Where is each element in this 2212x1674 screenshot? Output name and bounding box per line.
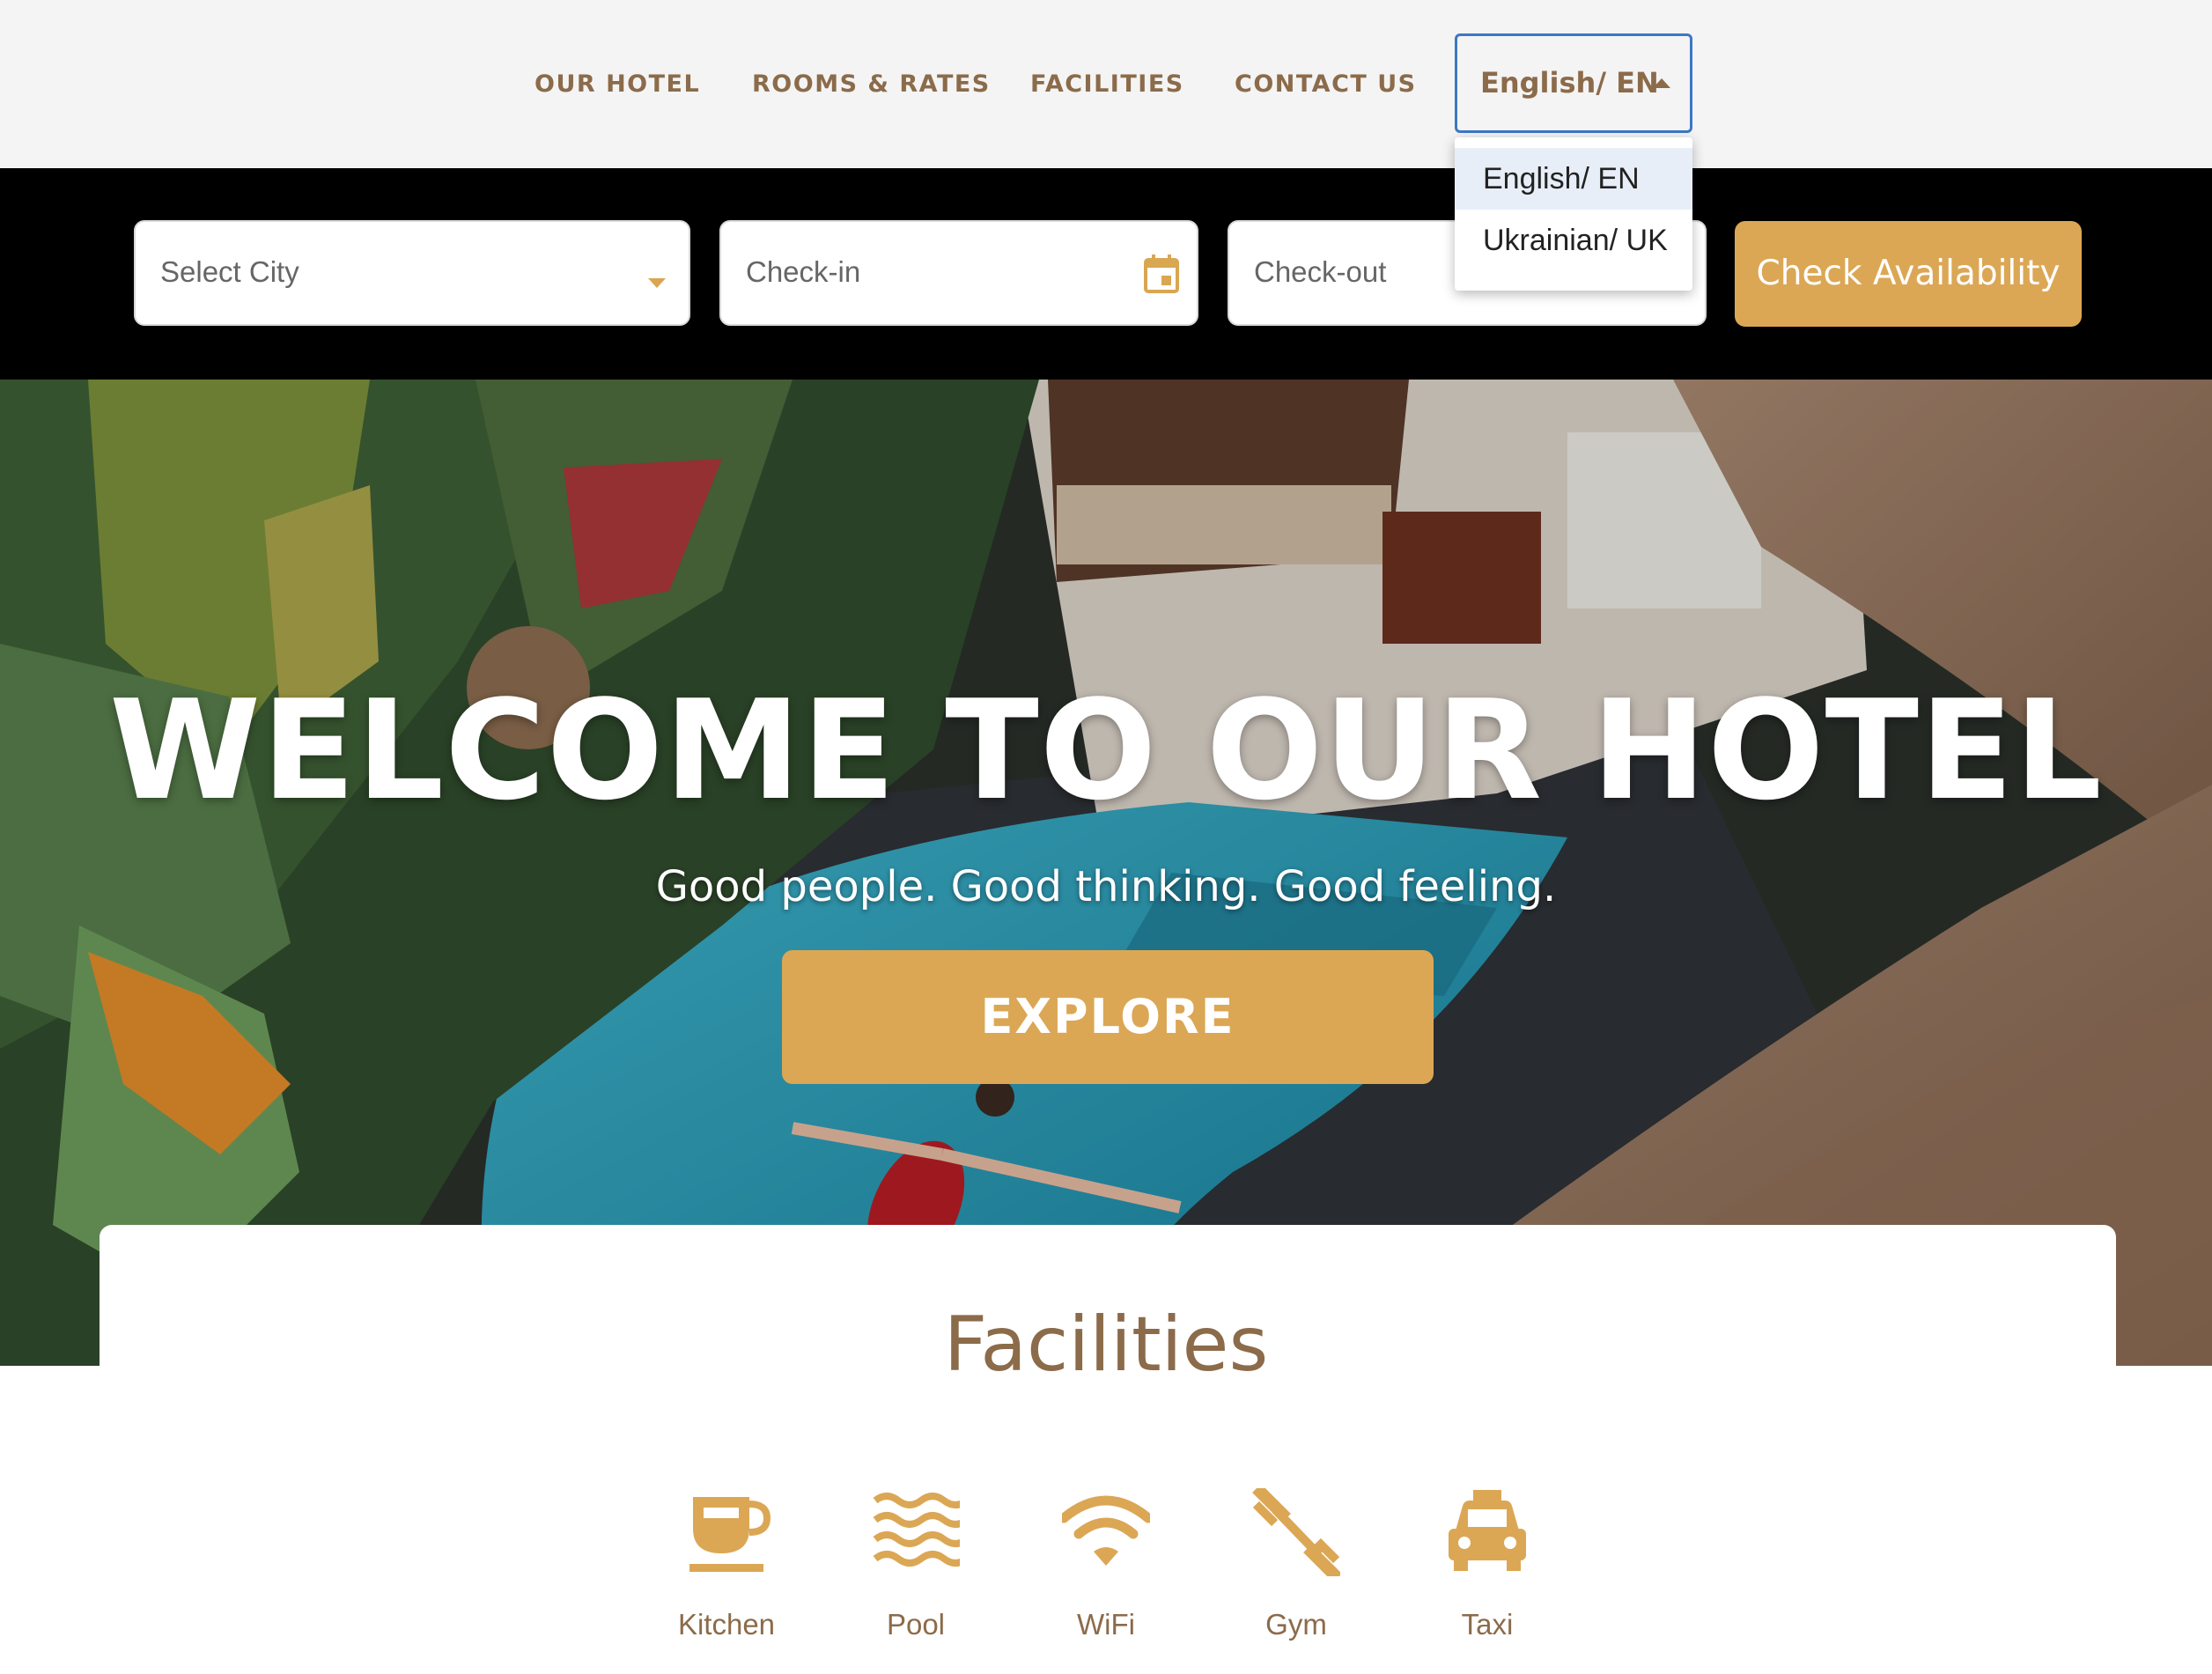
wifi-icon: [1062, 1495, 1150, 1566]
waves-icon: [873, 1493, 960, 1567]
hero-title: WELCOME TO OUR HOTEL: [109, 670, 2103, 830]
checkout-placeholder: Check-out: [1254, 255, 1387, 288]
calendar-icon[interactable]: [1144, 254, 1179, 294]
facility-label: WiFi: [1077, 1608, 1135, 1641]
coffee-cup-icon: [689, 1497, 771, 1572]
facility-taxi[interactable]: Taxi: [1399, 1488, 1575, 1647]
language-select[interactable]: English/ EN: [1455, 33, 1692, 133]
language-option-ukrainian[interactable]: Ukrainian/ UK: [1455, 210, 1692, 271]
facility-pool[interactable]: Pool: [828, 1488, 1004, 1647]
hero-section: WELCOME TO OUR HOTEL Good people. Good t…: [0, 380, 2212, 1366]
language-option-english[interactable]: English/ EN: [1455, 148, 1692, 210]
top-navigation: OUR HOTEL ROOMS & RATES FACILITIES CONTA…: [0, 0, 2212, 168]
caret-up-icon: [1653, 78, 1670, 88]
nav-link-rooms-rates[interactable]: ROOMS & RATES: [752, 67, 991, 102]
taxi-icon: [1449, 1490, 1526, 1571]
language-dropdown-menu: English/ EN Ukrainian/ UK: [1455, 137, 1692, 291]
nav-link-contact-us[interactable]: CONTACT US: [1235, 67, 1417, 102]
facility-gym[interactable]: Gym: [1208, 1488, 1384, 1647]
facility-label: Taxi: [1461, 1608, 1514, 1641]
booking-bar: Select City Check-in Check-out Check Ava…: [0, 168, 2212, 380]
facility-label: Gym: [1265, 1608, 1327, 1641]
chevron-down-icon: [648, 278, 666, 288]
nav-link-facilities[interactable]: FACILITIES: [1030, 67, 1184, 102]
dumbbell-icon: [1252, 1488, 1340, 1576]
checkin-date-input[interactable]: Check-in: [719, 220, 1198, 326]
checkin-placeholder: Check-in: [746, 255, 861, 288]
facility-kitchen[interactable]: Kitchen: [638, 1488, 815, 1647]
hero-subtitle: Good people. Good thinking. Good feeling…: [655, 862, 1557, 911]
language-select-value: English/ EN: [1480, 66, 1659, 100]
facility-label: Pool: [886, 1608, 946, 1641]
city-select[interactable]: Select City: [134, 220, 690, 326]
nav-link-our-hotel[interactable]: OUR HOTEL: [535, 67, 700, 102]
city-select-placeholder: Select City: [160, 255, 299, 288]
facility-label: Kitchen: [677, 1608, 776, 1641]
explore-button[interactable]: EXPLORE: [782, 950, 1434, 1084]
facilities-title: Facilities: [943, 1301, 1269, 1389]
facility-wifi[interactable]: WiFi: [1018, 1488, 1194, 1647]
check-availability-button[interactable]: Check Availability: [1735, 221, 2082, 327]
